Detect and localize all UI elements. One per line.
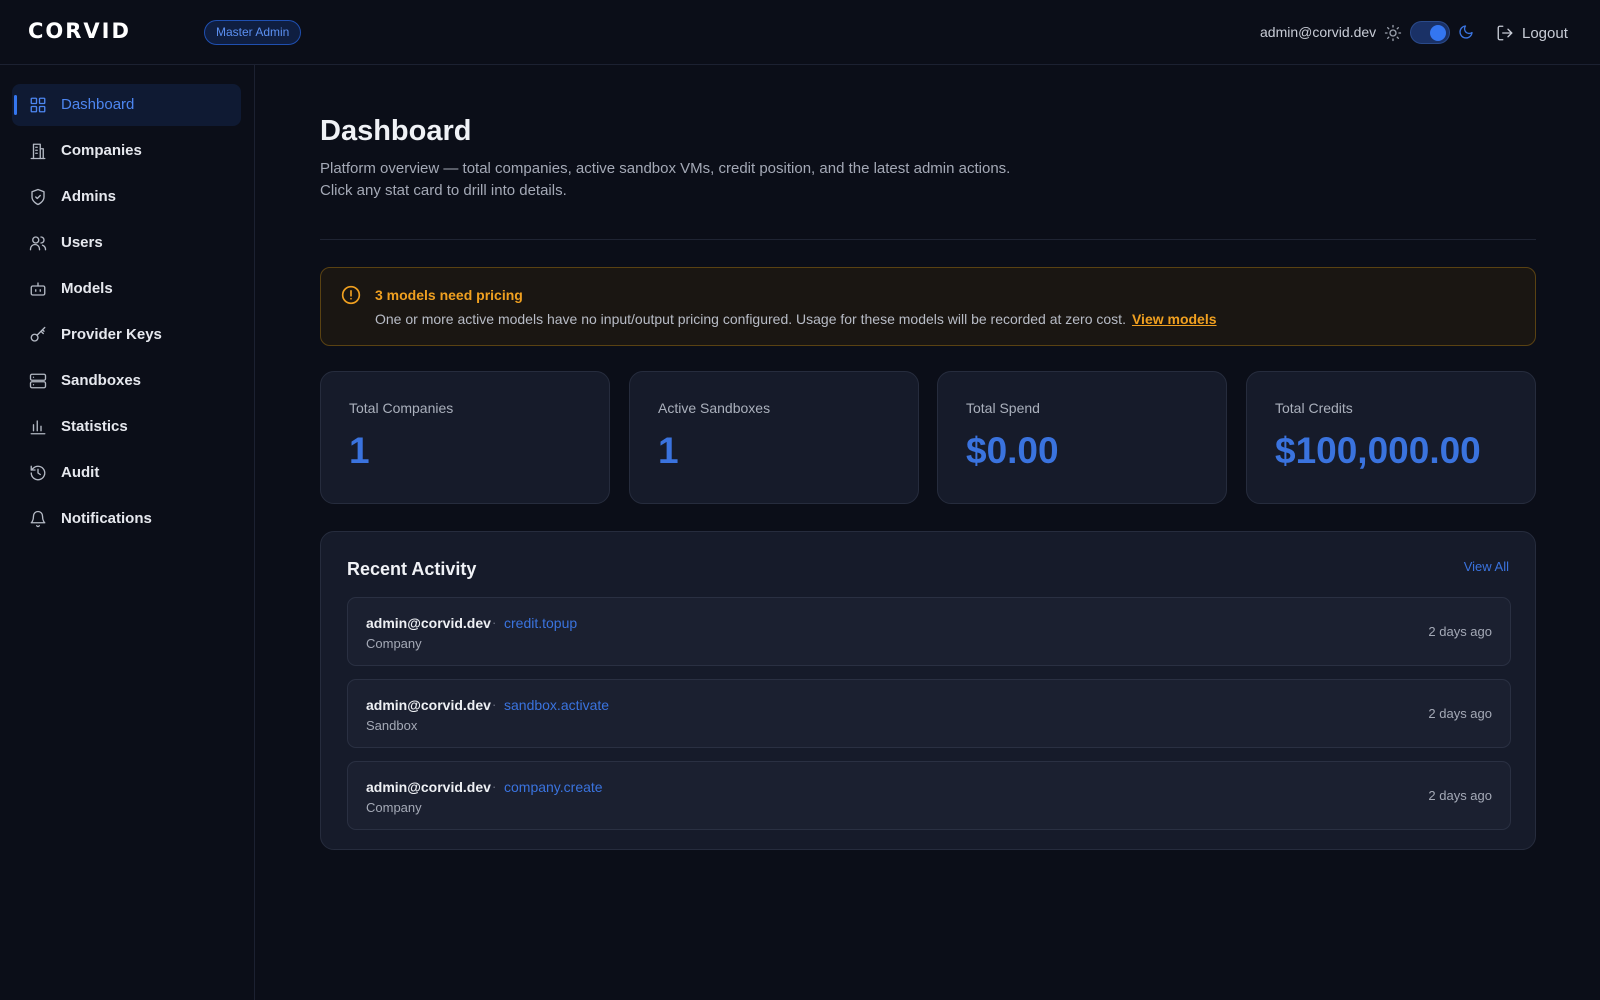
stat-card-total-credits[interactable]: Total Credits $100,000.00 [1246, 371, 1536, 504]
bar-chart-icon [29, 418, 47, 436]
sidebar-item-label: Users [61, 234, 103, 251]
history-icon [29, 464, 47, 482]
activity-time: 2 days ago [1428, 788, 1492, 803]
stat-label: Total Companies [349, 400, 454, 416]
stat-label: Total Credits [1275, 400, 1353, 416]
activity-title: Recent Activity [347, 559, 477, 579]
role-badge: Master Admin [204, 20, 302, 45]
activity-user: admin@corvid.dev [366, 779, 491, 795]
activity-user: admin@corvid.dev [366, 615, 491, 631]
activity-row[interactable]: admin@corvid.dev · sandbox.activate Sand… [347, 679, 1511, 748]
building-icon [29, 142, 47, 160]
activity-action: sandbox.activate [504, 697, 610, 713]
server-icon [29, 372, 47, 390]
sidebar-item-label: Provider Keys [61, 326, 162, 343]
separator-dot: · [492, 779, 497, 794]
sidebar-item-companies[interactable]: Companies [12, 130, 241, 172]
logout-icon [1496, 24, 1514, 42]
activity-row[interactable]: admin@corvid.dev · company.create Compan… [347, 761, 1511, 830]
top-header: CORVID Master Admin admin@corvid.dev Log… [0, 0, 1600, 65]
activity-time: 2 days ago [1428, 624, 1492, 639]
sidebar-item-label: Audit [61, 464, 100, 481]
moon-icon [1458, 24, 1474, 40]
key-icon [29, 326, 47, 344]
stat-value: 1 [349, 430, 370, 471]
user-email: admin@corvid.dev [1260, 24, 1377, 40]
sidebar-item-models[interactable]: Models [12, 268, 241, 310]
activity-row[interactable]: admin@corvid.dev · credit.topup Company … [347, 597, 1511, 666]
sidebar-item-label: Sandboxes [61, 372, 142, 389]
stat-label: Active Sandboxes [658, 400, 771, 416]
view-models-link[interactable]: View models [1132, 311, 1217, 327]
stat-card-total-companies[interactable]: Total Companies 1 [320, 371, 610, 504]
activity-action: credit.topup [504, 615, 578, 631]
main-content: Dashboard Platform overview — total comp… [256, 65, 1600, 1000]
view-all-link[interactable]: View All [1464, 559, 1509, 574]
grid-icon [29, 96, 47, 114]
stat-label: Total Spend [966, 400, 1040, 416]
activity-time: 2 days ago [1428, 706, 1492, 721]
sidebar-item-audit[interactable]: Audit [12, 452, 241, 494]
sidebar-item-admins[interactable]: Admins [12, 176, 241, 218]
sidebar-item-label: Models [61, 280, 113, 297]
logout-label: Logout [1522, 24, 1568, 42]
bot-icon [29, 280, 47, 298]
stat-card-total-spend[interactable]: Total Spend $0.00 [937, 371, 1227, 504]
sidebar: Dashboard Companies Admins Users Models … [0, 65, 255, 1000]
users-icon [29, 234, 47, 252]
alert-text: One or more active models have no input/… [375, 311, 1126, 327]
pricing-alert: 3 models need pricing One or more active… [320, 267, 1536, 346]
activity-entity: Company [366, 636, 422, 651]
logout-button[interactable]: Logout [1496, 22, 1568, 44]
sidebar-item-notifications[interactable]: Notifications [12, 498, 241, 540]
alert-circle-icon [341, 285, 361, 305]
sidebar-item-statistics[interactable]: Statistics [12, 406, 241, 448]
sidebar-item-label: Notifications [61, 510, 152, 527]
alert-body: One or more active models have no input/… [375, 311, 1217, 327]
toggle-knob [1430, 25, 1446, 41]
stat-card-active-sandboxes[interactable]: Active Sandboxes 1 [629, 371, 919, 504]
stat-value: 1 [658, 430, 679, 471]
sidebar-item-sandboxes[interactable]: Sandboxes [12, 360, 241, 402]
alert-title: 3 models need pricing [375, 287, 523, 303]
activity-entity: Company [366, 800, 422, 815]
shield-icon [29, 188, 47, 206]
activity-entity: Sandbox [366, 718, 418, 733]
sidebar-item-label: Admins [61, 188, 117, 205]
sidebar-item-label: Companies [61, 142, 142, 159]
activity-action: company.create [504, 779, 603, 795]
sidebar-item-label: Statistics [61, 418, 128, 435]
separator-dot: · [492, 615, 497, 630]
app-logo[interactable]: CORVID [28, 19, 131, 43]
stat-value: $0.00 [966, 430, 1059, 471]
sidebar-item-users[interactable]: Users [12, 222, 241, 264]
recent-activity-panel: Recent Activity View All admin@corvid.de… [320, 531, 1536, 850]
divider [320, 239, 1536, 240]
sun-icon [1384, 24, 1402, 42]
theme-toggle[interactable] [1410, 21, 1450, 44]
activity-user: admin@corvid.dev [366, 697, 491, 713]
sidebar-item-label: Dashboard [61, 96, 135, 113]
stat-value: $100,000.00 [1275, 430, 1481, 471]
page-description: Platform overview — total companies, act… [320, 160, 1011, 199]
sidebar-item-dashboard[interactable]: Dashboard [12, 84, 241, 126]
sidebar-item-provider-keys[interactable]: Provider Keys [12, 314, 241, 356]
bell-icon [29, 510, 47, 528]
separator-dot: · [492, 697, 497, 712]
page-title: Dashboard [320, 115, 472, 147]
